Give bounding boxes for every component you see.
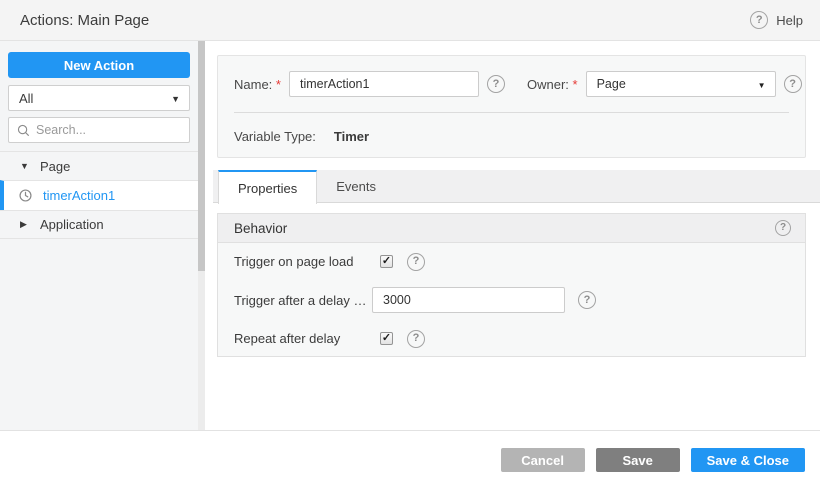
tree-item-timeraction1[interactable]: timerAction1 (0, 180, 198, 210)
behavior-header: Behavior ? (218, 214, 805, 243)
behavior-section: Behavior ? Trigger on page load ✓ ? Trig… (217, 213, 806, 357)
clock-icon (19, 189, 32, 202)
name-owner-row: Name: * ? Owner: * Page ▼ ? (218, 56, 805, 97)
required-asterisk: * (275, 76, 281, 92)
tab-properties[interactable]: Properties (218, 170, 318, 204)
cancel-button[interactable]: Cancel (500, 448, 585, 472)
page-title: Actions: Main Page (20, 11, 150, 29)
trigger-on-page-load-help-icon[interactable]: ? (407, 252, 425, 271)
name-help-icon[interactable]: ? (486, 75, 505, 93)
repeat-after-delay-checkbox[interactable]: ✓ (380, 332, 393, 345)
trigger-on-page-load-label: Trigger on page load (234, 254, 354, 269)
filter-select-value: All (19, 90, 34, 106)
required-asterisk: * (572, 76, 578, 92)
variable-type-value: Timer (333, 129, 370, 144)
behavior-help-icon[interactable]: ? (775, 220, 791, 236)
help-button[interactable]: ? Help (750, 11, 803, 29)
actions-tree: ▼ Page timerAction1 ▶ Application (0, 151, 198, 239)
save-button[interactable]: Save (595, 448, 680, 472)
repeat-after-delay-label: Repeat after delay (234, 331, 341, 346)
owner-select[interactable]: Page ▼ (585, 71, 776, 97)
tree-item-label: Page (40, 158, 71, 174)
repeat-after-delay-help-icon[interactable]: ? (407, 329, 425, 348)
caret-down-icon[interactable]: ▼ (20, 161, 30, 171)
filter-select[interactable]: All ▼ (8, 85, 190, 111)
new-action-button[interactable]: New Action (8, 52, 190, 78)
repeat-after-delay-row: Repeat after delay ✓ ? (218, 320, 805, 357)
tab-strip: Properties Events (213, 170, 820, 204)
save-and-close-button[interactable]: Save & Close (690, 448, 805, 472)
trigger-delay-row: Trigger after a delay (millisec… ? (218, 280, 805, 320)
owner-label: Owner: * (526, 76, 578, 92)
main-panel: Name: * ? Owner: * Page ▼ ? Variable Typ… (213, 41, 820, 430)
trigger-on-page-load-row: Trigger on page load ✓ ? (218, 243, 805, 280)
trigger-delay-help-icon[interactable]: ? (578, 291, 596, 309)
tree-item-label: Application (40, 217, 104, 232)
owner-select-value: Page (596, 77, 626, 91)
search-icon (17, 124, 30, 136)
caret-right-icon[interactable]: ▶ (20, 219, 30, 230)
trigger-delay-label: Trigger after a delay (millisec… (234, 292, 370, 308)
tree-item-page[interactable]: ▼ Page (0, 151, 198, 180)
search-input[interactable] (36, 123, 176, 137)
help-icon: ? (750, 11, 769, 29)
owner-help-icon[interactable]: ? (783, 75, 802, 93)
variable-type-label: Variable Type: (234, 129, 316, 144)
chevron-down-icon: ▼ (171, 94, 180, 104)
trigger-on-page-load-checkbox[interactable]: ✓ (380, 255, 393, 268)
actions-sidebar: New Action All ▼ ▼ Page timerAction1 (0, 41, 198, 430)
tree-item-application[interactable]: ▶ Application (0, 210, 198, 239)
sidebar-scrollbar[interactable] (198, 41, 205, 430)
footer-bar: Cancel Save Save & Close (0, 430, 820, 489)
search-box (8, 117, 190, 143)
variable-type-row: Variable Type: Timer (218, 113, 805, 144)
trigger-delay-input[interactable] (372, 287, 565, 313)
chevron-down-icon: ▼ (757, 81, 766, 90)
name-input[interactable] (288, 71, 479, 97)
tab-events[interactable]: Events (317, 170, 395, 203)
action-header-form: Name: * ? Owner: * Page ▼ ? Variable Typ… (217, 55, 806, 158)
scrollbar-thumb[interactable] (198, 41, 205, 271)
name-label: Name: * (234, 76, 281, 92)
help-label: Help (776, 12, 803, 28)
actions-dialog: Actions: Main Page ? Help New Action All… (0, 0, 820, 489)
tree-item-label: timerAction1 (43, 188, 116, 203)
title-bar: Actions: Main Page ? Help (0, 0, 820, 41)
behavior-title: Behavior (234, 220, 288, 236)
